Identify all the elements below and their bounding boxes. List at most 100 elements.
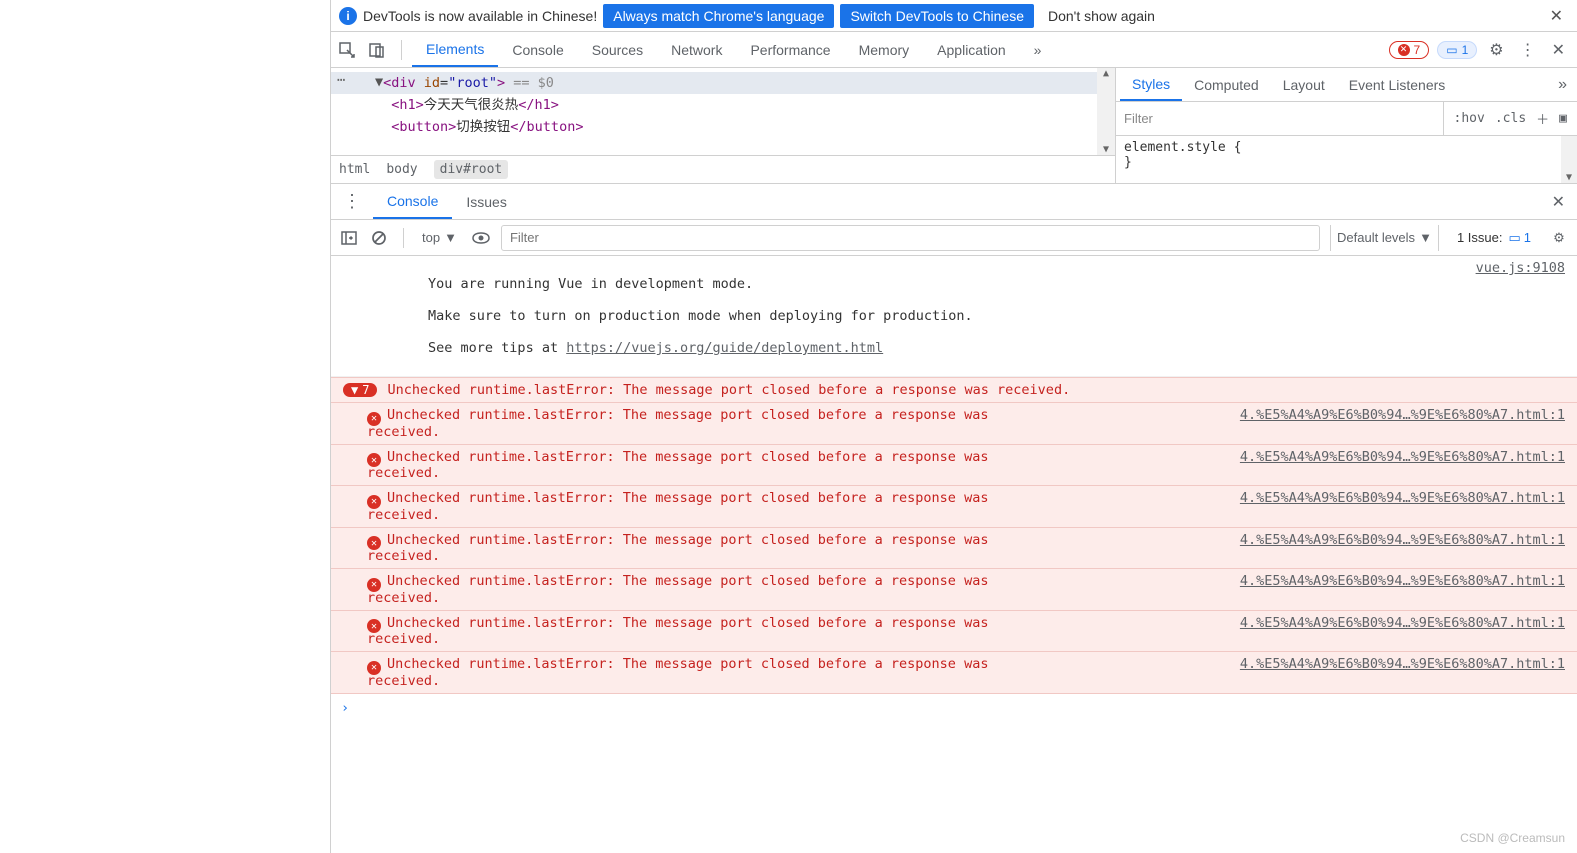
error-icon: ✕	[367, 495, 381, 509]
error-source-link[interactable]: 4.%E5%A4%A9%E6%B0%94…%9E%E6%80%A7.html:1	[1240, 449, 1565, 465]
watermark: CSDN @Creamsun	[1460, 831, 1565, 845]
console-settings-gear-icon[interactable]: ⚙	[1549, 228, 1569, 248]
log-line: Make sure to turn on production mode whe…	[428, 308, 973, 324]
error-text: Unchecked runtime.lastError: The message…	[367, 532, 988, 565]
log-levels-select[interactable]: Default levels▼	[1330, 225, 1439, 251]
styles-filter-input[interactable]	[1116, 102, 1443, 135]
error-group-count: 7	[362, 383, 369, 397]
kebab-menu-icon[interactable]: ⋮	[1516, 40, 1540, 60]
execution-context-select[interactable]: top▼	[418, 230, 461, 245]
clear-console-icon[interactable]	[369, 228, 389, 248]
error-count-pill[interactable]: ✕ 7	[1389, 41, 1430, 59]
error-text: Unchecked runtime.lastError: The message…	[367, 615, 988, 648]
drawer-tab-issues[interactable]: Issues	[452, 184, 520, 219]
tab-elements[interactable]: Elements	[412, 32, 498, 67]
dom-node-selected[interactable]: ▼<div id="root"> == $0	[331, 72, 1115, 94]
new-style-rule-icon[interactable]: ＋	[1536, 109, 1549, 128]
dom-node-button[interactable]: <button>切换按钮</button>	[331, 116, 1115, 138]
styles-rules[interactable]: element.style { } ▼	[1116, 136, 1577, 183]
tab-network[interactable]: Network	[657, 32, 736, 67]
console-sidebar-toggle-icon[interactable]	[339, 228, 359, 248]
error-message[interactable]: ✕Unchecked runtime.lastError: The messag…	[331, 611, 1577, 653]
drawer-tab-console[interactable]: Console	[373, 184, 452, 219]
ellipsis-icon[interactable]: ⋯	[337, 72, 345, 88]
switch-language-button[interactable]: Switch DevTools to Chinese	[840, 4, 1034, 28]
tab-performance[interactable]: Performance	[736, 32, 844, 67]
settings-gear-icon[interactable]: ⚙	[1485, 40, 1507, 60]
styles-scrollbar[interactable]: ▼	[1561, 136, 1577, 183]
error-icon: ✕	[367, 536, 381, 550]
console-output[interactable]: You are running Vue in development mode.…	[331, 256, 1577, 853]
hov-toggle[interactable]: :hov	[1454, 111, 1485, 126]
error-message[interactable]: ✕Unchecked runtime.lastError: The messag…	[331, 528, 1577, 570]
error-icon: ✕	[367, 578, 381, 592]
drawer-header: ⋮ Console Issues ✕	[331, 184, 1577, 220]
vue-deploy-link[interactable]: https://vuejs.org/guide/deployment.html	[566, 340, 883, 356]
elements-tree[interactable]: ⋯ ▼<div id="root"> == $0 <h1>今天天气很炎热</h1…	[331, 68, 1115, 183]
log-line: You are running Vue in development mode.	[428, 276, 753, 292]
error-message[interactable]: ✕Unchecked runtime.lastError: The messag…	[331, 652, 1577, 694]
crumb-html[interactable]: html	[339, 162, 370, 177]
error-message[interactable]: ✕Unchecked runtime.lastError: The messag…	[331, 486, 1577, 528]
error-group-header[interactable]: ▼ 7 Unchecked runtime.lastError: The mess…	[331, 377, 1577, 403]
cls-toggle[interactable]: .cls	[1495, 111, 1526, 126]
error-icon: ✕	[367, 619, 381, 633]
styles-tab-computed[interactable]: Computed	[1182, 68, 1271, 101]
match-language-button[interactable]: Always match Chrome's language	[603, 4, 834, 28]
console-prompt[interactable]: ›	[331, 694, 1577, 722]
drawer-close-icon[interactable]: ✕	[1540, 192, 1577, 212]
tab-console[interactable]: Console	[498, 32, 577, 67]
styles-sidebar: Styles Computed Layout Event Listeners »…	[1115, 68, 1577, 183]
styles-tab-layout[interactable]: Layout	[1271, 68, 1337, 101]
tab-application[interactable]: Application	[923, 32, 1020, 67]
error-message[interactable]: ✕Unchecked runtime.lastError: The messag…	[331, 445, 1577, 487]
live-expression-icon[interactable]	[471, 228, 491, 248]
tab-sources[interactable]: Sources	[578, 32, 657, 67]
error-text: Unchecked runtime.lastError: The message…	[367, 490, 988, 523]
styles-tab-styles[interactable]: Styles	[1120, 68, 1182, 101]
issues-label: 1 Issue:	[1457, 230, 1503, 245]
issue-count-pill[interactable]: ▭ 1	[1437, 41, 1477, 59]
close-devtools-icon[interactable]: ✕	[1548, 40, 1569, 60]
log-source-link[interactable]: vue.js:9108	[1476, 260, 1565, 372]
error-icon: ✕	[367, 412, 381, 426]
error-text: Unchecked runtime.lastError: The message…	[367, 449, 988, 482]
locale-infobar: i DevTools is now available in Chinese! …	[331, 0, 1577, 32]
error-source-link[interactable]: 4.%E5%A4%A9%E6%B0%94…%9E%E6%80%A7.html:1	[1240, 573, 1565, 589]
styles-tab-more-icon[interactable]: »	[1552, 76, 1573, 94]
error-source-link[interactable]: 4.%E5%A4%A9%E6%B0%94…%9E%E6%80%A7.html:1	[1240, 656, 1565, 672]
error-source-link[interactable]: 4.%E5%A4%A9%E6%B0%94…%9E%E6%80%A7.html:1	[1240, 490, 1565, 506]
breadcrumb: html body div#root	[331, 155, 1115, 183]
panel-tabs: Elements Console Sources Network Perform…	[412, 32, 1055, 67]
chevron-down-icon: ▼	[444, 230, 457, 245]
computed-toggle-icon[interactable]: ▣	[1559, 111, 1567, 126]
dom-node-h1[interactable]: <h1>今天天气很炎热</h1>	[331, 94, 1115, 116]
styles-tab-event-listeners[interactable]: Event Listeners	[1337, 68, 1458, 101]
error-message[interactable]: ✕Unchecked runtime.lastError: The messag…	[331, 569, 1577, 611]
drawer-kebab-icon[interactable]: ⋮	[331, 191, 373, 212]
rule-close: }	[1124, 155, 1569, 170]
elements-scrollbar[interactable]: ▲▼	[1097, 68, 1115, 155]
caret-down-icon: ▼	[351, 383, 358, 397]
error-icon: ✕	[367, 661, 381, 675]
log-line: See more tips at	[428, 340, 566, 356]
error-group-message: Unchecked runtime.lastError: The message…	[387, 382, 1070, 398]
issues-link[interactable]: 1 Issue: ▭1	[1449, 230, 1539, 246]
log-message[interactable]: You are running Vue in development mode.…	[331, 256, 1577, 377]
console-filter-input[interactable]	[501, 225, 1320, 251]
crumb-body[interactable]: body	[386, 162, 417, 177]
device-toolbar-icon[interactable]	[367, 40, 387, 60]
crumb-root[interactable]: div#root	[434, 160, 509, 179]
tab-more-icon[interactable]: »	[1020, 32, 1056, 67]
tab-memory[interactable]: Memory	[845, 32, 924, 67]
console-toolbar: top▼ Default levels▼ 1 Issue: ▭1 ⚙	[331, 220, 1577, 256]
error-source-link[interactable]: 4.%E5%A4%A9%E6%B0%94…%9E%E6%80%A7.html:1	[1240, 615, 1565, 631]
close-infobar-icon[interactable]: ✕	[1544, 6, 1569, 26]
error-message[interactable]: ✕Unchecked runtime.lastError: The messag…	[331, 403, 1577, 445]
inspect-element-icon[interactable]	[337, 40, 357, 60]
error-text: Unchecked runtime.lastError: The message…	[367, 573, 988, 606]
error-source-link[interactable]: 4.%E5%A4%A9%E6%B0%94…%9E%E6%80%A7.html:1	[1240, 407, 1565, 423]
dismiss-infobar-button[interactable]: Don't show again	[1040, 4, 1163, 28]
error-source-link[interactable]: 4.%E5%A4%A9%E6%B0%94…%9E%E6%80%A7.html:1	[1240, 532, 1565, 548]
info-icon: i	[339, 7, 357, 25]
